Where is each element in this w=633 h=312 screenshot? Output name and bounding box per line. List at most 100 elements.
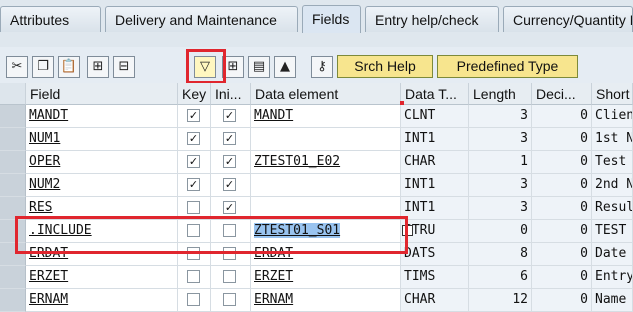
key-checkbox[interactable]: [187, 201, 200, 214]
ini-checkbox-cell[interactable]: [211, 289, 251, 312]
table-row[interactable]: ERDAT ERDAT DATS 8 0 Date o: [0, 243, 633, 266]
key-checkbox-cell[interactable]: ✓: [178, 174, 211, 197]
ini-checkbox[interactable]: [223, 224, 236, 237]
col-header-field[interactable]: Field: [26, 83, 178, 105]
field-cell[interactable]: ERZET: [26, 266, 178, 289]
key-checkbox[interactable]: ✓: [187, 155, 200, 168]
filter-icon[interactable]: ▽: [194, 56, 216, 78]
row-selector[interactable]: [0, 151, 26, 174]
ini-checkbox[interactable]: [223, 293, 236, 306]
row-selector[interactable]: [0, 243, 26, 266]
key-checkbox[interactable]: ✓: [187, 109, 200, 122]
table-row[interactable]: OPER ✓ ✓ ZTEST01_E02 CHAR 1 0 Test D: [0, 151, 633, 174]
table-row[interactable]: MANDT ✓ ✓ MANDT CLNT 3 0 Client: [0, 105, 633, 128]
ini-checkbox[interactable]: [223, 270, 236, 283]
element-cell[interactable]: [251, 197, 401, 220]
ini-checkbox[interactable]: ✓: [223, 201, 236, 214]
key-checkbox[interactable]: [187, 247, 200, 260]
ini-checkbox-cell[interactable]: [211, 266, 251, 289]
key-checkbox-cell[interactable]: ✓: [178, 105, 211, 128]
row-selector[interactable]: [0, 174, 26, 197]
new-icon[interactable]: ▤: [248, 56, 270, 78]
element-cell[interactable]: ZTEST01_E02: [251, 151, 401, 174]
ini-checkbox[interactable]: [223, 247, 236, 260]
col-header-data-element[interactable]: Data element: [251, 83, 401, 105]
key-checkbox-cell[interactable]: [178, 243, 211, 266]
element-cell[interactable]: [251, 128, 401, 151]
key-checkbox-cell[interactable]: ✓: [178, 151, 211, 174]
field-cell[interactable]: NUM1: [26, 128, 178, 151]
field-cell[interactable]: .INCLUDE: [26, 220, 178, 243]
delete-row-icon[interactable]: ⊟: [113, 56, 135, 78]
row-selector[interactable]: [0, 220, 26, 243]
field-cell[interactable]: NUM2: [26, 174, 178, 197]
tab-entry-help-check[interactable]: Entry help/check: [365, 6, 499, 32]
cut-icon[interactable]: ✂: [6, 56, 28, 78]
ini-checkbox-cell[interactable]: [211, 243, 251, 266]
ini-checkbox[interactable]: ✓: [223, 178, 236, 191]
ini-checkbox-cell[interactable]: ✓: [211, 151, 251, 174]
col-header-data-type[interactable]: Data T...: [401, 83, 469, 105]
key-checkbox[interactable]: ✓: [187, 132, 200, 145]
element-cell[interactable]: ERDAT: [251, 243, 401, 266]
key-checkbox-cell[interactable]: [178, 220, 211, 243]
srch-help-button[interactable]: Srch Help: [337, 55, 433, 78]
col-header-decimals[interactable]: Deci...: [532, 83, 592, 105]
key-checkbox[interactable]: [187, 224, 200, 237]
tab-delivery-maintenance[interactable]: Delivery and Maintenance: [105, 6, 298, 32]
copy-icon[interactable]: ❐: [32, 56, 54, 78]
key-checkbox[interactable]: ✓: [187, 178, 200, 191]
table-row[interactable]: RES ✓ INT1 3 0 Result: [0, 197, 633, 220]
row-selector[interactable]: [0, 289, 26, 312]
dtype-value: TIMS: [404, 269, 436, 284]
field-cell[interactable]: RES: [26, 197, 178, 220]
up-icon[interactable]: ▲: [274, 56, 296, 78]
tab-attributes[interactable]: Attributes: [0, 6, 101, 32]
row-selector[interactable]: [0, 197, 26, 220]
field-cell[interactable]: OPER: [26, 151, 178, 174]
table-row[interactable]: NUM2 ✓ ✓ INT1 3 0 2nd Nu: [0, 174, 633, 197]
element-cell[interactable]: ZTEST01_S01: [251, 220, 401, 243]
ini-checkbox-cell[interactable]: ✓: [211, 174, 251, 197]
element-cell[interactable]: [251, 174, 401, 197]
row-selector[interactable]: [0, 105, 26, 128]
insert-icon[interactable]: ⊞: [222, 56, 244, 78]
row-selector-header[interactable]: [0, 83, 26, 105]
value-help-icon[interactable]: [402, 225, 413, 236]
table-row[interactable]: .INCLUDE ZTEST01_S01 STRU 0 0 TEST: [0, 220, 633, 243]
ini-checkbox[interactable]: ✓: [223, 132, 236, 145]
element-cell[interactable]: ERNAM: [251, 289, 401, 312]
ini-checkbox[interactable]: ✓: [223, 109, 236, 122]
col-header-short-text[interactable]: Short: [592, 83, 633, 105]
ini-checkbox-cell[interactable]: ✓: [211, 128, 251, 151]
tab-currency-quantity[interactable]: Currency/Quantity Fields: [503, 6, 633, 32]
insert-row-icon[interactable]: ⊞: [87, 56, 109, 78]
field-cell[interactable]: MANDT: [26, 105, 178, 128]
key-checkbox-cell[interactable]: [178, 266, 211, 289]
element-cell[interactable]: ERZET: [251, 266, 401, 289]
element-cell[interactable]: MANDT: [251, 105, 401, 128]
ini-checkbox-cell[interactable]: [211, 220, 251, 243]
col-header-key[interactable]: Key: [178, 83, 211, 105]
ini-checkbox-cell[interactable]: ✓: [211, 197, 251, 220]
table-row[interactable]: NUM1 ✓ ✓ INT1 3 0 1st Nu: [0, 128, 633, 151]
row-selector[interactable]: [0, 128, 26, 151]
ini-checkbox-cell[interactable]: ✓: [211, 105, 251, 128]
table-row[interactable]: ERNAM ERNAM CHAR 12 0 Name o: [0, 289, 633, 312]
key-checkbox[interactable]: [187, 293, 200, 306]
col-header-ini[interactable]: Ini...: [211, 83, 251, 105]
field-cell[interactable]: ERNAM: [26, 289, 178, 312]
key-icon[interactable]: ⚷: [311, 56, 333, 78]
key-checkbox[interactable]: [187, 270, 200, 283]
col-header-length[interactable]: Length: [469, 83, 532, 105]
row-selector[interactable]: [0, 266, 26, 289]
table-row[interactable]: ERZET ERZET TIMS 6 0 Entry t: [0, 266, 633, 289]
key-checkbox-cell[interactable]: ✓: [178, 128, 211, 151]
key-checkbox-cell[interactable]: [178, 289, 211, 312]
ini-checkbox[interactable]: ✓: [223, 155, 236, 168]
tab-fields[interactable]: Fields: [302, 5, 361, 33]
key-checkbox-cell[interactable]: [178, 197, 211, 220]
field-cell[interactable]: ERDAT: [26, 243, 178, 266]
predefined-type-button[interactable]: Predefined Type: [437, 55, 578, 78]
paste-icon[interactable]: 📋: [58, 56, 80, 78]
